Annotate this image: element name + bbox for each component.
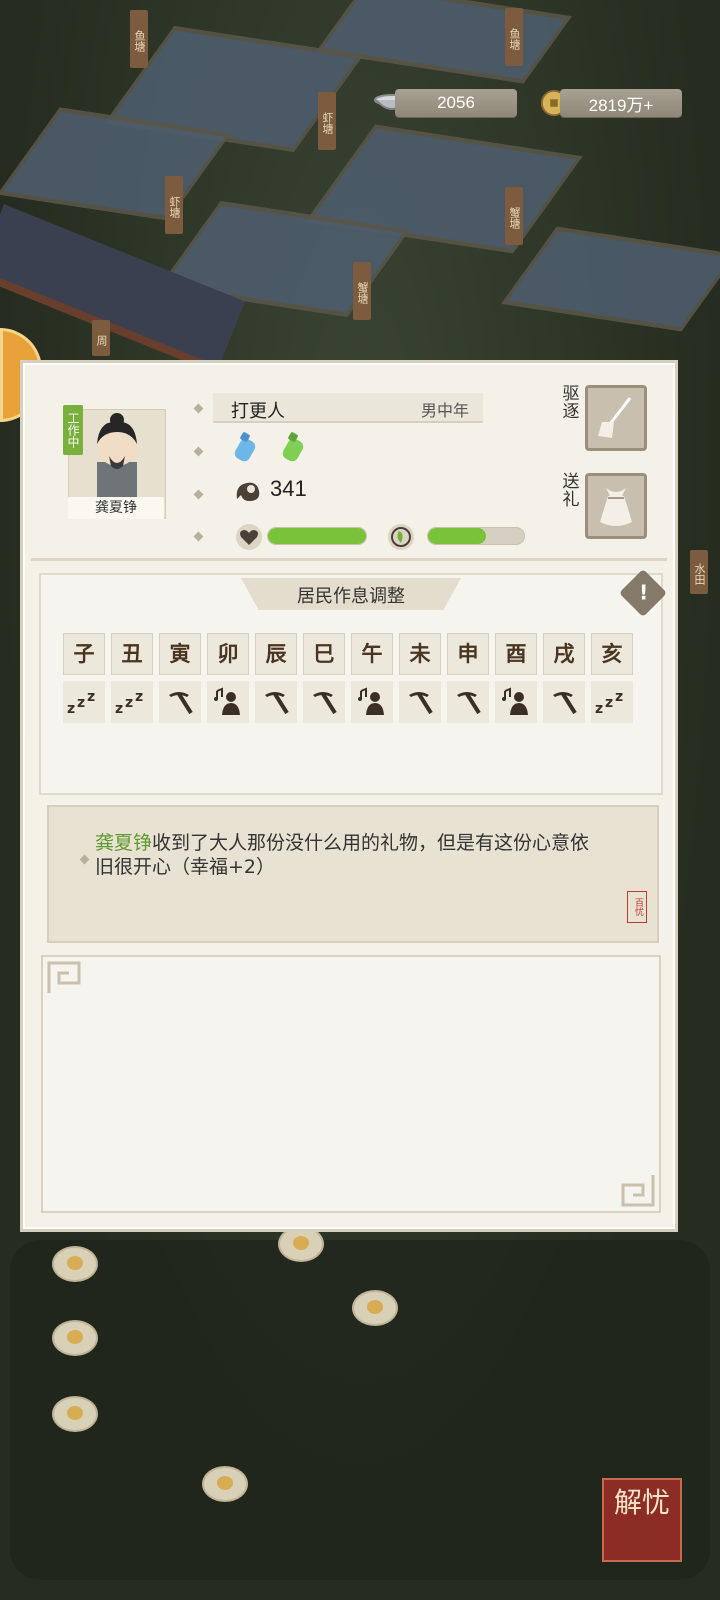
crop-flower[interactable] bbox=[352, 1290, 398, 1326]
resident-panel: 工作中 龚夏铮 打更人 男中年 341 驱逐 送礼 居民作息调整 ! 子 丑 寅… bbox=[20, 360, 678, 1232]
hour-cell: 未 bbox=[399, 633, 441, 675]
bowl-currency: 2056 bbox=[395, 89, 517, 117]
job-field: 打更人 男中年 bbox=[213, 393, 483, 423]
info-icon: ! bbox=[639, 580, 649, 605]
svg-text:z: z bbox=[135, 689, 143, 705]
row-bullet bbox=[193, 531, 204, 542]
bowl-value: 2056 bbox=[437, 93, 475, 112]
broom-icon bbox=[598, 397, 632, 438]
expel-button[interactable] bbox=[585, 385, 647, 451]
svg-text:z: z bbox=[87, 689, 95, 705]
gift-button[interactable] bbox=[585, 473, 647, 539]
schedule-title: 居民作息调整 bbox=[297, 586, 405, 607]
pickaxe-icon[interactable] bbox=[303, 681, 345, 723]
hour-cell: 卯 bbox=[207, 633, 249, 675]
pickaxe-icon[interactable] bbox=[543, 681, 585, 723]
corner-ornament bbox=[47, 961, 81, 993]
svg-text:z: z bbox=[67, 701, 75, 715]
gift-bag-icon bbox=[600, 488, 632, 526]
svg-text:z: z bbox=[77, 695, 85, 711]
coin-value: 2819万+ bbox=[588, 95, 654, 115]
hour-cell: 丑 bbox=[111, 633, 153, 675]
crop-flower[interactable] bbox=[52, 1396, 98, 1432]
hour-cell: 申 bbox=[447, 633, 489, 675]
crop-flower[interactable] bbox=[52, 1320, 98, 1356]
svg-text:z: z bbox=[595, 701, 603, 715]
expel-label: 驱逐 bbox=[562, 384, 580, 422]
pickaxe-icon[interactable] bbox=[159, 681, 201, 723]
sleep-icon[interactable]: zzz bbox=[111, 681, 153, 723]
coin-currency: 2819万+ bbox=[560, 89, 682, 117]
hour-cell: 子 bbox=[63, 633, 105, 675]
stamina-value: 341 bbox=[270, 476, 307, 501]
row-bullet bbox=[193, 446, 204, 457]
status-badge: 工作中 bbox=[63, 405, 83, 455]
leisure-music-icon[interactable] bbox=[495, 681, 537, 723]
stamina-icon bbox=[236, 482, 260, 501]
blue-trait-icon[interactable] bbox=[231, 431, 261, 465]
pickaxe-icon[interactable] bbox=[447, 681, 489, 723]
leisure-music-icon[interactable] bbox=[351, 681, 393, 723]
map-flag: 鱼塘 bbox=[505, 8, 523, 66]
map-flag: 虾塘 bbox=[318, 92, 336, 150]
message-body: 收到了大人那份没什么用的礼物，但是有这份心意依旧很开心（幸福+2） bbox=[95, 832, 590, 878]
map-flag: 蟹塘 bbox=[505, 187, 523, 245]
message-text: 龚夏铮收到了大人那份没什么用的礼物，但是有这份心意依旧很开心（幸福+2） bbox=[95, 831, 595, 879]
hour-cell: 酉 bbox=[495, 633, 537, 675]
green-trait-icon[interactable] bbox=[279, 431, 309, 465]
svg-text:z: z bbox=[115, 701, 123, 715]
svg-text:z: z bbox=[125, 695, 133, 711]
resident-name: 龚夏铮 bbox=[68, 497, 164, 519]
hour-cell: 戌 bbox=[543, 633, 585, 675]
happiness-heart-icon bbox=[236, 524, 262, 550]
svg-text:z: z bbox=[615, 689, 623, 705]
job-title: 打更人 bbox=[231, 401, 285, 422]
health-leaf-icon bbox=[388, 524, 414, 550]
happiness-bar bbox=[267, 527, 367, 545]
row-bullet bbox=[193, 403, 204, 414]
health-bar bbox=[427, 527, 525, 545]
leisure-music-icon[interactable] bbox=[207, 681, 249, 723]
schedule-title-banner: 居民作息调整 bbox=[241, 578, 461, 610]
sleep-icon[interactable]: zzz bbox=[591, 681, 633, 723]
hour-cell: 辰 bbox=[255, 633, 297, 675]
relieve-worry-label: 解忧 bbox=[613, 1486, 670, 1519]
pond bbox=[501, 226, 720, 332]
resident-portrait bbox=[97, 413, 137, 500]
map-flag: 鱼塘 bbox=[130, 10, 148, 68]
corner-ornament bbox=[621, 1175, 655, 1207]
crop-flower[interactable] bbox=[52, 1246, 98, 1282]
pond bbox=[316, 0, 572, 84]
map-flag: 虾塘 bbox=[165, 176, 183, 234]
section-divider bbox=[31, 558, 667, 561]
row-bullet bbox=[193, 489, 204, 500]
map-flag: 蟹塘 bbox=[353, 262, 371, 320]
log-area bbox=[41, 955, 661, 1213]
happiness-bar-fill bbox=[268, 528, 366, 544]
map-flag: 周 bbox=[92, 320, 110, 356]
relieve-worry-button[interactable]: 解忧 bbox=[602, 1478, 682, 1562]
hour-cell: 亥 bbox=[591, 633, 633, 675]
sleep-icon[interactable]: zzz bbox=[63, 681, 105, 723]
svg-text:z: z bbox=[605, 695, 613, 711]
health-bar-fill bbox=[428, 528, 486, 544]
message-resident-name: 龚夏铮 bbox=[95, 832, 153, 854]
hour-cell: 巳 bbox=[303, 633, 345, 675]
gender-age: 男中年 bbox=[420, 401, 469, 420]
seal-stamp: 百忧 bbox=[627, 891, 647, 923]
map-flag: 水田 bbox=[690, 550, 708, 594]
gift-label: 送礼 bbox=[562, 472, 580, 510]
hour-cell: 午 bbox=[351, 633, 393, 675]
pickaxe-icon[interactable] bbox=[399, 681, 441, 723]
pickaxe-icon[interactable] bbox=[255, 681, 297, 723]
hour-cell: 寅 bbox=[159, 633, 201, 675]
crop-flower[interactable] bbox=[202, 1466, 248, 1502]
